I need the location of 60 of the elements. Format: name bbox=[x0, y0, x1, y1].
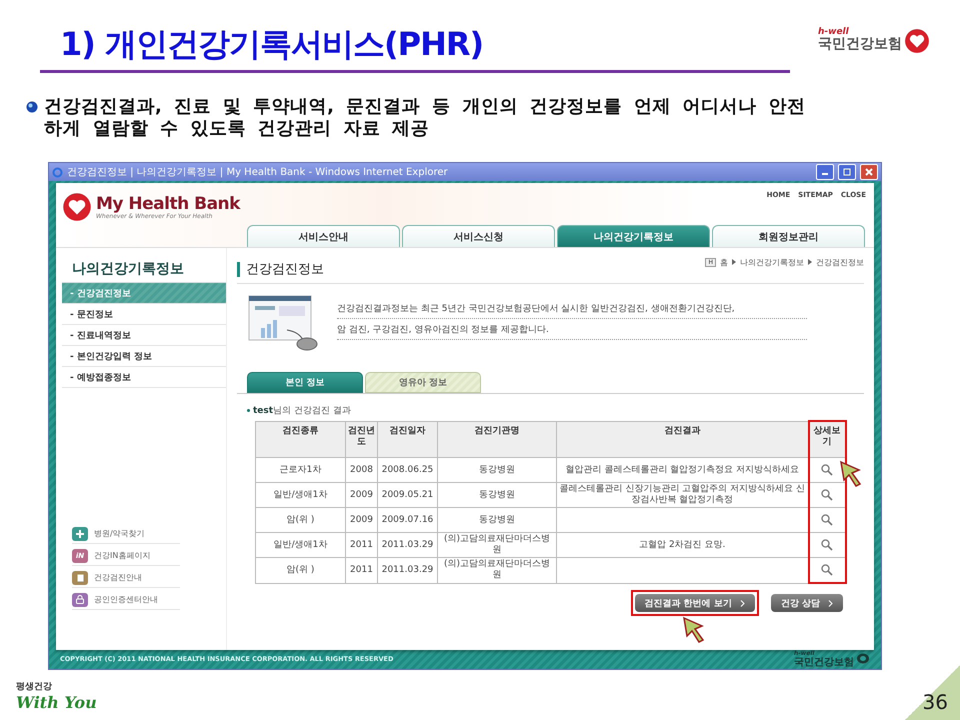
breadcrumb-link[interactable]: 홈 bbox=[720, 256, 728, 268]
table-cell: 일반/생애1차 bbox=[256, 532, 346, 558]
table-cell: (의)고담의료재단마더스병원 bbox=[438, 558, 556, 583]
column-header: 검진일자 bbox=[378, 421, 438, 458]
quick-link[interactable]: 건강검진안내 bbox=[94, 572, 142, 583]
sub-tab[interactable]: 영유아 정보 bbox=[365, 372, 481, 393]
footer-logo-name: 국민건강보험 bbox=[794, 656, 854, 668]
table-cell: 2009.07.16 bbox=[378, 508, 438, 532]
breadcrumb-link[interactable]: 건강검진정보 bbox=[816, 256, 864, 268]
window-title: 건강검진정보 | 나의건강기록정보 | My Health Bank - Windows Internet Explorer bbox=[67, 166, 449, 179]
site-brand: My Health Bank bbox=[96, 194, 240, 212]
table-cell: 2009.05.21 bbox=[378, 482, 438, 508]
table-cell: 2011 bbox=[346, 558, 378, 583]
table-cell: 동강병원 bbox=[438, 482, 556, 508]
intro-text: 건강검진결과정보는 최근 5년간 국민건강보험공단에서 실시한 일반건강검진, 생애전환기건강진단, bbox=[337, 302, 807, 319]
table-cell: 동강병원 bbox=[438, 458, 556, 482]
table-cell: 2009 bbox=[346, 482, 378, 508]
column-header: 상세보기 bbox=[808, 421, 846, 458]
nav-tab[interactable]: 서비스신청 bbox=[402, 225, 555, 247]
action-button[interactable]: 건강 상담 bbox=[770, 594, 843, 612]
column-header: 검진결과 bbox=[556, 421, 808, 458]
intro-text: 암 검진, 구강검진, 영유아검진의 정보를 제공합니다. bbox=[337, 323, 807, 340]
table-cell: 근로자1차 bbox=[256, 458, 346, 482]
table-cell: (의)고담의료재단마더스병원 bbox=[438, 532, 556, 558]
sidebar-item[interactable]: - 본인건강입력 정보 bbox=[62, 346, 226, 367]
breadcrumb-link[interactable]: 나의건강기록정보 bbox=[740, 256, 804, 268]
results-caption: test님의 건강검진 결과 bbox=[253, 405, 351, 417]
table-cell: 암(위 ) bbox=[256, 508, 346, 532]
table-cell: 동강병원 bbox=[438, 508, 556, 532]
sidebar-item[interactable]: - 진료내역정보 bbox=[62, 325, 226, 346]
quick-link[interactable]: 병원/약국찾기 bbox=[94, 528, 145, 539]
table-cell: 암(위 ) bbox=[256, 558, 346, 583]
table-cell: 2011.03.29 bbox=[378, 558, 438, 583]
quick-link[interactable]: 건강IN홈페이지 bbox=[94, 550, 150, 561]
table-cell: 2008 bbox=[346, 458, 378, 482]
table-cell: 2011 bbox=[346, 532, 378, 558]
nav-tab[interactable]: 나의건강기록정보 bbox=[557, 225, 710, 247]
table-cell: 2011.03.29 bbox=[378, 532, 438, 558]
bullet-text: 건강검진결과, 진료 및 투약내역, 문진결과 등 개인의 건강정보를 언제 어디서나 안전하게 열람할 수 있도록 건강관리 자료 제공 bbox=[44, 96, 806, 140]
nav-tab[interactable]: 회원정보관리 bbox=[712, 225, 865, 247]
column-header: 검진기관명 bbox=[438, 421, 556, 458]
table-cell: 2008.06.25 bbox=[378, 458, 438, 482]
action-button[interactable]: 검진결과 한번에 보기 bbox=[634, 594, 755, 612]
sub-tab[interactable]: 본인 정보 bbox=[247, 372, 363, 393]
slogan-text: 평생건강 bbox=[16, 681, 53, 693]
sidebar-item[interactable]: - 예방접종정보 bbox=[62, 367, 226, 388]
page-number: 36 bbox=[922, 690, 948, 714]
table-cell: 콜레스테롤관리 신장기능관리 고혈압주의 저지방식하세요 신장검사반복 혈압정기측정 bbox=[556, 482, 808, 508]
logo-name: 국민건강보험 bbox=[818, 37, 902, 52]
nav-tab[interactable]: 서비스안내 bbox=[247, 225, 400, 247]
quick-link[interactable]: 공인인증센터안내 bbox=[94, 594, 158, 605]
table-cell: 2009 bbox=[346, 508, 378, 532]
signature-text: With You bbox=[16, 693, 97, 712]
page-heading: 건강검진정보 bbox=[237, 262, 324, 277]
sidebar-item[interactable]: - 문진정보 bbox=[62, 304, 226, 325]
logo-tagline: h-well bbox=[818, 28, 849, 37]
column-header: 검진종류 bbox=[256, 421, 346, 458]
slide-title: 1) 개인건강기록서비스(PHR) bbox=[60, 24, 484, 65]
column-header: 검진년도 bbox=[346, 421, 378, 458]
table-cell: 일반/생애1차 bbox=[256, 482, 346, 508]
